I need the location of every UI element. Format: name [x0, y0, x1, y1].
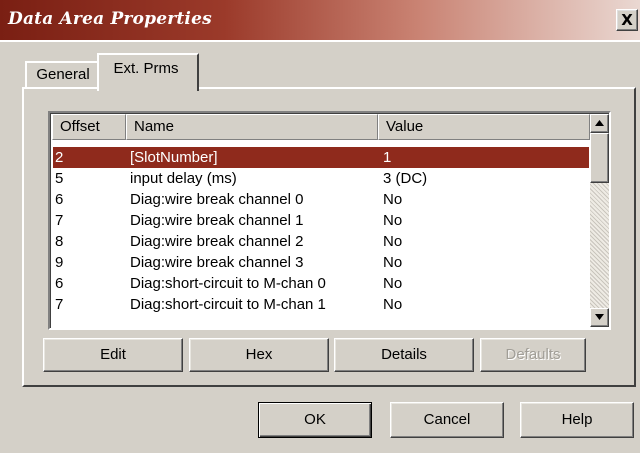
hex-button[interactable]: Hex: [189, 338, 329, 372]
tab-ext-prms[interactable]: Ext. Prms: [97, 53, 199, 91]
row-name: Diag:wire break channel 3: [130, 254, 304, 271]
row-value: 1: [383, 149, 392, 166]
tab-general-label: General: [36, 66, 90, 83]
row-value: 3 (DC): [383, 170, 428, 187]
list-row[interactable]: 8 Diag:wire break channel 2 No: [53, 231, 589, 252]
scroll-up-button[interactable]: [590, 114, 609, 133]
edit-button[interactable]: Edit: [43, 338, 183, 372]
row-offset: 2: [55, 149, 64, 166]
row-name: Diag:wire break channel 1: [130, 212, 304, 229]
row-name: Diag:short-circuit to M-chan 0: [130, 275, 326, 292]
list-row[interactable]: 6 Diag:wire break channel 0 No: [53, 189, 589, 210]
column-header-offset[interactable]: Offset: [52, 114, 126, 140]
tab-general[interactable]: General: [25, 61, 101, 88]
scrollbar-thumb[interactable]: [590, 133, 609, 183]
list-row[interactable]: 9 Diag:wire break channel 3 No: [53, 252, 589, 273]
column-headers: Offset Name Value: [52, 114, 592, 140]
tab-ext-prms-label: Ext. Prms: [113, 60, 179, 77]
cancel-button[interactable]: Cancel: [390, 402, 504, 438]
row-name: Diag:wire break channel 0: [130, 191, 304, 208]
row-offset: 6: [55, 275, 64, 292]
row-value: No: [383, 296, 403, 313]
row-offset: 9: [55, 254, 64, 271]
row-offset: 7: [55, 296, 64, 313]
row-value: No: [383, 212, 403, 229]
triangle-up-icon: [595, 120, 604, 126]
triangle-down-icon: [595, 314, 604, 320]
title-bar: Data Area Properties X: [0, 0, 640, 40]
list-row[interactable]: 7 Diag:wire break channel 1 No: [53, 210, 589, 231]
list-row[interactable]: 7 Diag:short-circuit to M-chan 1 No: [53, 294, 589, 315]
list-row[interactable]: 2 [SlotNumber] 1: [53, 147, 589, 168]
ok-button[interactable]: OK: [258, 402, 372, 438]
row-offset: 7: [55, 212, 64, 229]
defaults-button[interactable]: Defaults: [480, 338, 586, 372]
list-row[interactable]: 5 input delay (ms) 3 (DC): [53, 168, 589, 189]
row-name: Diag:short-circuit to M-chan 1: [130, 296, 326, 313]
help-button[interactable]: Help: [520, 402, 634, 438]
row-offset: 8: [55, 233, 64, 250]
column-header-name[interactable]: Name: [126, 114, 378, 140]
row-offset: 5: [55, 170, 64, 187]
row-name: [SlotNumber]: [130, 149, 218, 166]
row-offset: 6: [55, 191, 64, 208]
list-rows: 2 [SlotNumber] 1 5 input delay (ms) 3 (D…: [53, 147, 589, 315]
scroll-down-button[interactable]: [590, 308, 609, 327]
details-button[interactable]: Details: [334, 338, 474, 372]
row-value: No: [383, 275, 403, 292]
row-value: No: [383, 233, 403, 250]
list-row[interactable]: 6 Diag:short-circuit to M-chan 0 No: [53, 273, 589, 294]
row-value: No: [383, 254, 403, 271]
close-button[interactable]: X: [616, 9, 638, 31]
parameters-list[interactable]: Offset Name Value 2 [SlotNumber] 1 5 inp…: [48, 111, 611, 330]
row-name: input delay (ms): [130, 170, 237, 187]
close-icon: X: [621, 10, 633, 29]
title-bar-edge: [0, 40, 640, 42]
row-value: No: [383, 191, 403, 208]
row-name: Diag:wire break channel 2: [130, 233, 304, 250]
column-header-value[interactable]: Value: [378, 114, 590, 140]
window-title: Data Area Properties: [8, 9, 212, 29]
vertical-scrollbar[interactable]: [590, 114, 609, 327]
